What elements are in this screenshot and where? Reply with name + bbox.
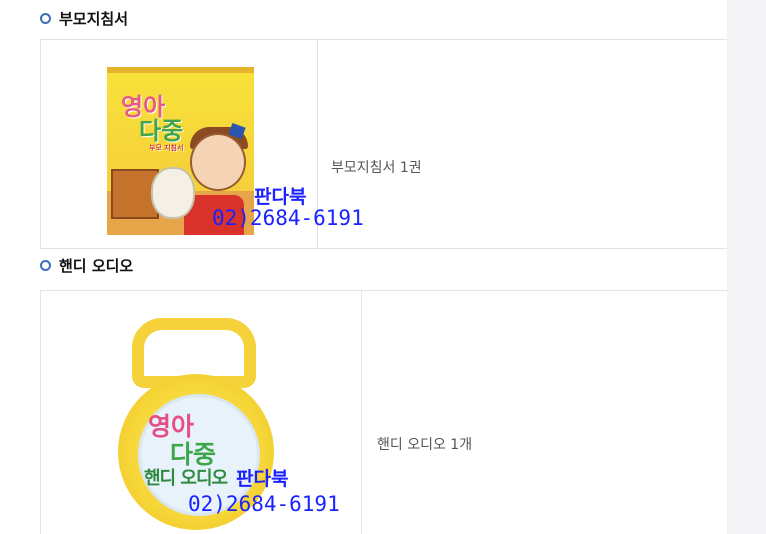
section-title: 핸디 오디오 [59, 256, 134, 275]
content-panel: 부모지침서 영아 다중 부모 지침서 판다북 02)2684-6191 부모지침… [0, 0, 727, 534]
product-description: 핸디 오디오 1개 [377, 437, 473, 453]
section-header-handy-audio: 핸디 오디오 [40, 250, 133, 280]
watermark-name: 판다북 [254, 186, 307, 208]
column-divider [361, 291, 362, 534]
bullet-icon [40, 259, 51, 271]
section-header-parent-guide: 부모지침서 [40, 3, 128, 33]
product-description: 부모지침서 1권 [331, 160, 422, 176]
watermark-name: 판다북 [236, 468, 289, 490]
watermark-phone: 02)2684-6191 [212, 206, 364, 230]
watermark-phone: 02)2684-6191 [188, 492, 340, 516]
section-title: 부모지침서 [59, 9, 129, 28]
bullet-icon [40, 12, 51, 24]
cover-title: 영아 다중 부모 지침서 [121, 93, 184, 152]
